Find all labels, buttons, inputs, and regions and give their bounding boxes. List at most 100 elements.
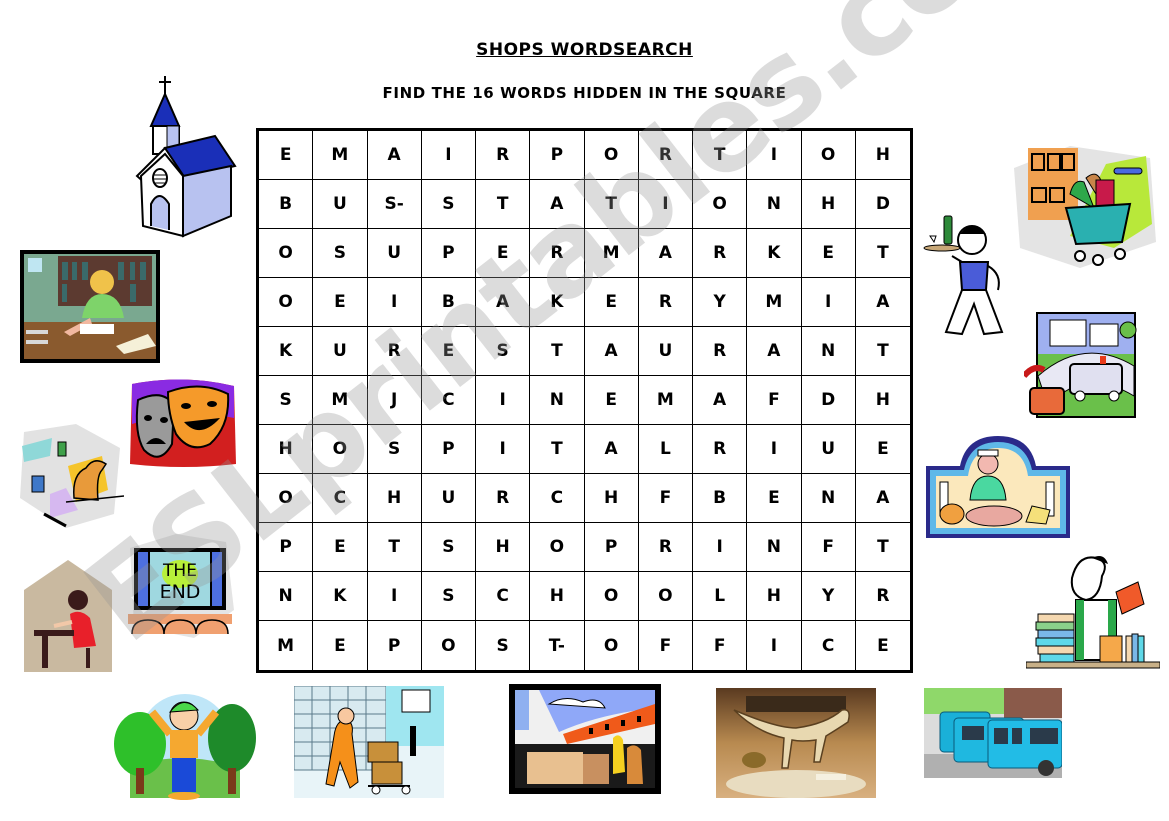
grid-cell[interactable]: O bbox=[530, 523, 585, 572]
grid-cell[interactable]: E bbox=[421, 327, 476, 376]
grid-cell[interactable]: M bbox=[313, 376, 368, 425]
grid-cell[interactable]: D bbox=[801, 376, 856, 425]
grid-cell[interactable]: I bbox=[421, 131, 476, 180]
grid-cell[interactable]: C bbox=[530, 474, 585, 523]
grid-cell[interactable]: A bbox=[855, 278, 910, 327]
grid-cell[interactable]: M bbox=[747, 278, 802, 327]
grid-cell[interactable]: H bbox=[584, 474, 639, 523]
grid-cell[interactable]: E bbox=[855, 425, 910, 474]
grid-cell[interactable]: T bbox=[855, 229, 910, 278]
grid-cell[interactable]: I bbox=[801, 278, 856, 327]
grid-cell[interactable]: R bbox=[693, 425, 748, 474]
grid-cell[interactable]: P bbox=[584, 523, 639, 572]
grid-cell[interactable]: H bbox=[367, 474, 422, 523]
grid-cell[interactable]: R bbox=[855, 572, 910, 621]
grid-cell[interactable]: D bbox=[855, 180, 910, 229]
grid-cell[interactable]: M bbox=[313, 131, 368, 180]
grid-cell[interactable]: N bbox=[801, 474, 856, 523]
grid-cell[interactable]: E bbox=[259, 131, 314, 180]
grid-cell[interactable]: P bbox=[368, 621, 422, 670]
grid-cell[interactable]: R bbox=[530, 229, 585, 278]
grid-cell[interactable]: M bbox=[638, 376, 693, 425]
grid-cell[interactable]: A bbox=[584, 425, 639, 474]
grid-cell[interactable]: R bbox=[693, 229, 748, 278]
grid-cell[interactable]: E bbox=[584, 278, 639, 327]
grid-cell[interactable]: T bbox=[476, 180, 531, 229]
grid-cell[interactable]: R bbox=[638, 523, 693, 572]
grid-cell[interactable]: N bbox=[747, 180, 802, 229]
grid-cell[interactable]: S bbox=[476, 327, 531, 376]
grid-cell[interactable]: U bbox=[801, 425, 856, 474]
grid-cell[interactable]: I bbox=[638, 180, 693, 229]
grid-cell[interactable]: Y bbox=[801, 572, 856, 621]
grid-cell[interactable]: A bbox=[638, 229, 693, 278]
grid-cell[interactable]: L bbox=[638, 425, 693, 474]
grid-cell[interactable]: B bbox=[421, 278, 476, 327]
grid-cell[interactable]: E bbox=[801, 229, 856, 278]
grid-cell[interactable]: C bbox=[313, 474, 368, 523]
grid-cell[interactable]: U bbox=[313, 180, 368, 229]
grid-cell[interactable]: T bbox=[855, 523, 910, 572]
grid-cell[interactable]: O bbox=[259, 229, 314, 278]
grid-cell[interactable]: N bbox=[801, 327, 856, 376]
grid-cell[interactable]: I bbox=[367, 278, 422, 327]
grid-cell[interactable]: H bbox=[259, 425, 314, 474]
grid-cell[interactable]: R bbox=[638, 278, 693, 327]
grid-cell[interactable]: H bbox=[855, 131, 910, 180]
grid-cell[interactable]: C bbox=[476, 572, 531, 621]
grid-cell[interactable]: I bbox=[693, 523, 748, 572]
grid-cell[interactable]: R bbox=[476, 131, 531, 180]
grid-cell[interactable]: P bbox=[421, 229, 476, 278]
grid-cell[interactable]: A bbox=[367, 131, 422, 180]
grid-cell[interactable]: F bbox=[801, 523, 856, 572]
grid-cell[interactable]: O bbox=[585, 621, 639, 670]
grid-cell[interactable]: F bbox=[693, 621, 748, 670]
grid-cell[interactable]: H bbox=[476, 523, 531, 572]
grid-cell[interactable]: O bbox=[801, 131, 856, 180]
grid-cell[interactable]: K bbox=[530, 278, 585, 327]
grid-cell[interactable]: S- bbox=[367, 180, 422, 229]
grid-cell[interactable]: I bbox=[476, 376, 531, 425]
grid-cell[interactable]: R bbox=[367, 327, 422, 376]
grid-cell[interactable]: A bbox=[584, 327, 639, 376]
grid-cell[interactable]: O bbox=[584, 572, 639, 621]
grid-cell[interactable]: O bbox=[638, 572, 693, 621]
grid-cell[interactable]: S bbox=[313, 229, 368, 278]
grid-cell[interactable]: T bbox=[855, 327, 910, 376]
grid-cell[interactable]: I bbox=[476, 425, 531, 474]
grid-cell[interactable]: E bbox=[856, 621, 910, 670]
grid-cell[interactable]: N bbox=[259, 572, 314, 621]
grid-cell[interactable]: R bbox=[693, 327, 748, 376]
grid-cell[interactable]: H bbox=[855, 376, 910, 425]
grid-cell[interactable]: S bbox=[421, 523, 476, 572]
grid-cell[interactable]: A bbox=[855, 474, 910, 523]
grid-cell[interactable]: A bbox=[476, 278, 531, 327]
grid-cell[interactable]: E bbox=[313, 278, 368, 327]
grid-cell[interactable]: O bbox=[422, 621, 476, 670]
grid-cell[interactable]: P bbox=[530, 131, 585, 180]
grid-cell[interactable]: O bbox=[584, 131, 639, 180]
grid-cell[interactable]: T- bbox=[530, 621, 585, 670]
grid-cell[interactable]: K bbox=[747, 229, 802, 278]
grid-cell[interactable]: F bbox=[747, 376, 802, 425]
grid-cell[interactable]: O bbox=[693, 180, 748, 229]
grid-cell[interactable]: O bbox=[259, 278, 314, 327]
grid-cell[interactable]: M bbox=[584, 229, 639, 278]
grid-cell[interactable]: H bbox=[530, 572, 585, 621]
grid-cell[interactable]: E bbox=[584, 376, 639, 425]
grid-cell[interactable]: I bbox=[747, 131, 802, 180]
grid-cell[interactable]: H bbox=[801, 180, 856, 229]
grid-cell[interactable]: E bbox=[747, 474, 802, 523]
grid-cell[interactable]: N bbox=[747, 523, 802, 572]
grid-cell[interactable]: K bbox=[259, 327, 314, 376]
grid-cell[interactable]: U bbox=[638, 327, 693, 376]
grid-cell[interactable]: A bbox=[530, 180, 585, 229]
grid-cell[interactable]: E bbox=[313, 621, 368, 670]
grid-cell[interactable]: O bbox=[259, 474, 314, 523]
grid-cell[interactable]: T bbox=[584, 180, 639, 229]
grid-cell[interactable]: T bbox=[530, 327, 585, 376]
grid-cell[interactable]: I bbox=[747, 425, 802, 474]
grid-cell[interactable]: C bbox=[421, 376, 476, 425]
grid-cell[interactable]: C bbox=[802, 621, 856, 670]
grid-cell[interactable]: R bbox=[638, 131, 693, 180]
